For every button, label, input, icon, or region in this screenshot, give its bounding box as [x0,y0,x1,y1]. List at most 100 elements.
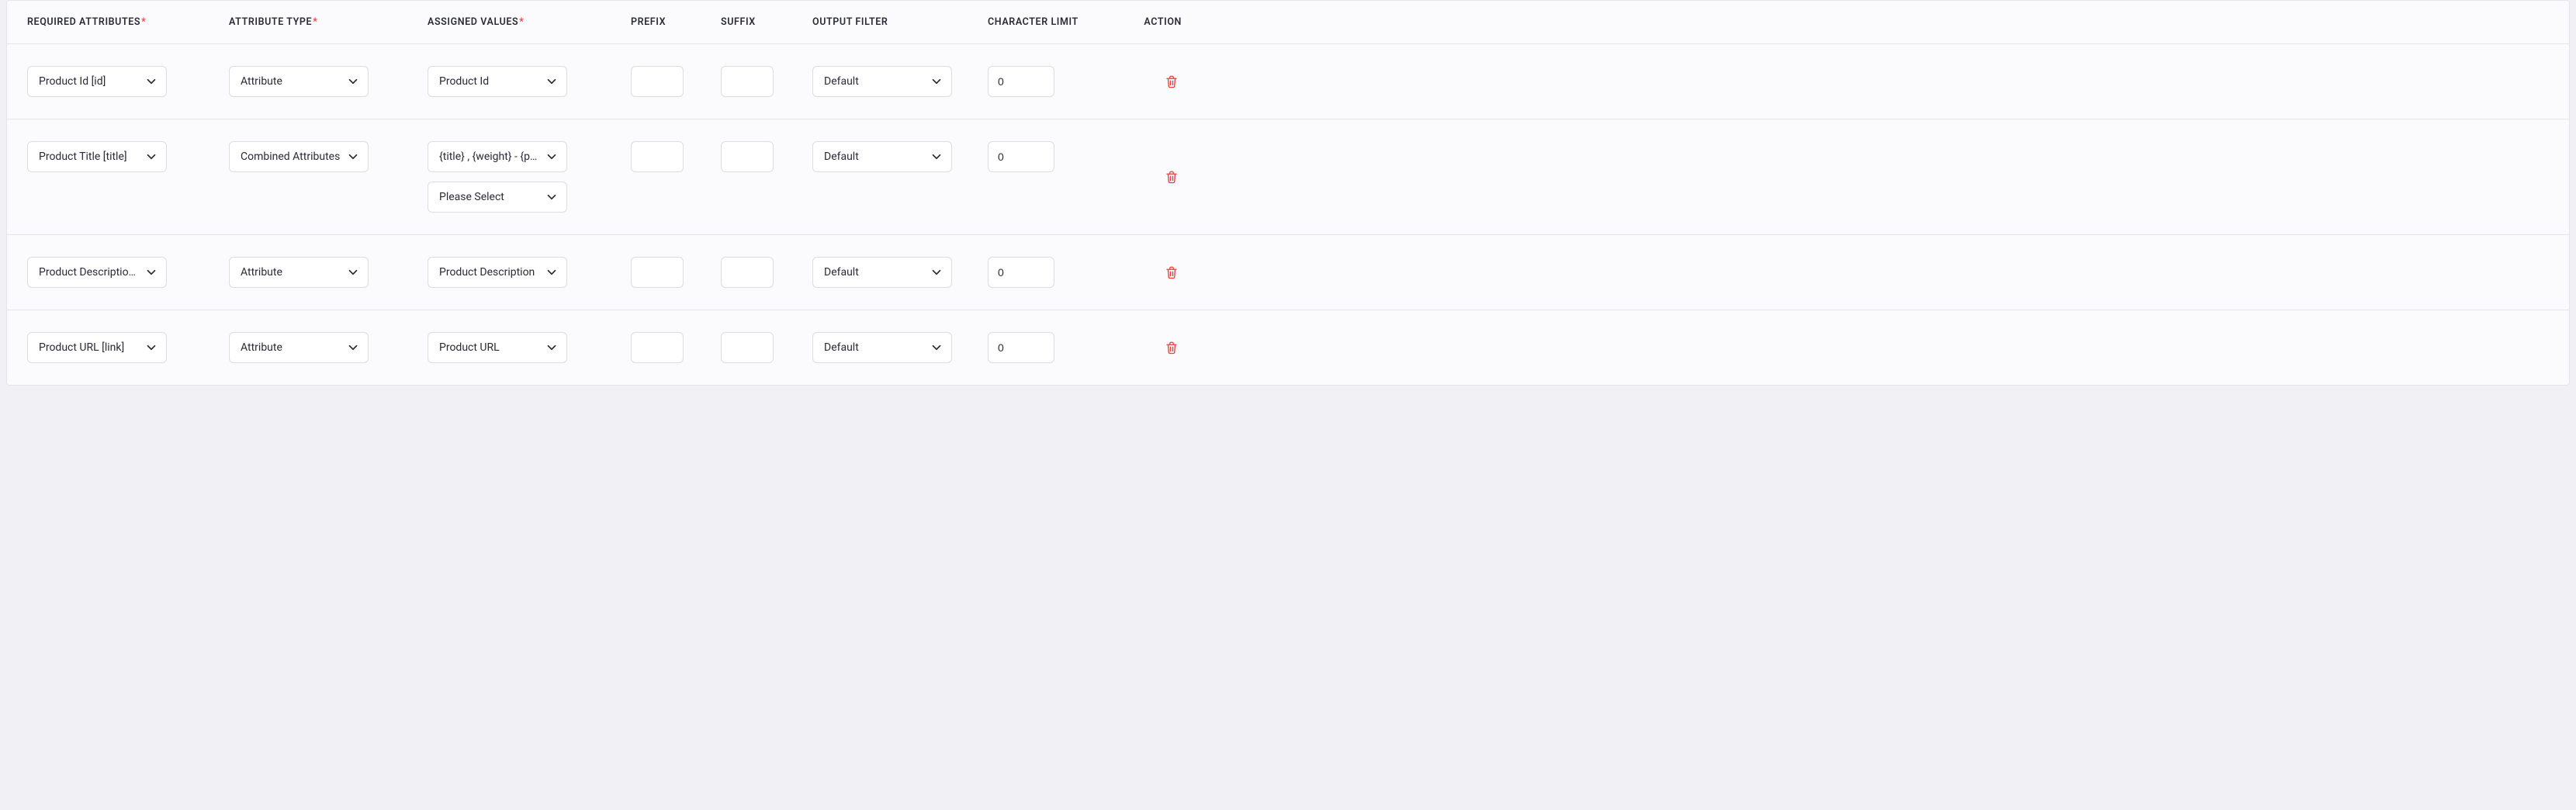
cell-prefix [631,257,721,288]
required-marker: * [519,16,524,28]
suffix-input[interactable] [721,257,774,288]
character-limit-input[interactable] [988,332,1054,363]
col-output-filter: OUTPUT FILTER [812,16,988,28]
cell-prefix [631,66,721,97]
cell-assigned-values: Product URL [428,332,631,363]
suffix-input[interactable] [721,66,774,97]
trash-icon [1165,169,1179,185]
output-filter-select[interactable]: Default [812,332,952,363]
cell-suffix [721,332,812,363]
table-row: Product URL [link] Attribute Product URL [7,310,2569,385]
chevron-down-icon [346,150,360,164]
suffix-input[interactable] [721,332,774,363]
chevron-down-icon [144,265,158,279]
chevron-down-icon [930,341,943,355]
suffix-input[interactable] [721,141,774,172]
chevron-down-icon [144,150,158,164]
chevron-down-icon [545,265,559,279]
table-row: Product Title [title] Combined Attribute… [7,119,2569,235]
select-label: Default [824,266,859,279]
assigned-value-select[interactable]: Please Select [428,182,567,213]
trash-icon [1165,74,1179,89]
trash-icon [1165,340,1179,355]
chevron-down-icon [346,74,360,88]
required-marker: * [313,16,317,28]
select-label: Please Select [439,191,504,203]
cell-prefix [631,141,721,172]
select-label: Attribute [241,341,282,354]
character-limit-input[interactable] [988,66,1054,97]
cell-output-filter: Default [812,66,988,97]
cell-action [1112,166,1182,188]
attribute-type-select[interactable]: Attribute [229,66,369,97]
cell-suffix [721,257,812,288]
chevron-down-icon [545,74,559,88]
cell-required-attribute: Product Description [description] [27,257,229,288]
assigned-value-select[interactable]: Product URL [428,332,567,363]
character-limit-input[interactable] [988,141,1054,172]
required-attribute-select[interactable]: Product Title [title] [27,141,167,172]
cell-output-filter: Default [812,257,988,288]
cell-output-filter: Default [812,141,988,172]
col-character-limit: CHARACTER LIMIT [988,16,1112,28]
cell-character-limit [988,257,1112,288]
col-label: ASSIGNED VALUES [428,16,518,28]
select-label: Attribute [241,266,282,279]
assigned-value-select[interactable]: Product Description [428,257,567,288]
delete-row-button[interactable] [1162,337,1182,358]
col-label: REQUIRED ATTRIBUTES [27,16,140,28]
required-marker: * [141,16,146,28]
chevron-down-icon [346,265,360,279]
col-assigned-values: ASSIGNED VALUES* [428,16,631,28]
attribute-type-select[interactable]: Combined Attributes [229,141,369,172]
cell-attribute-type: Attribute [229,257,428,288]
delete-row-button[interactable] [1162,166,1182,188]
cell-action [1112,71,1182,92]
prefix-input[interactable] [631,332,684,363]
table-row: Product Id [id] Attribute Product Id [7,44,2569,119]
table-row: Product Description [description] Attrib… [7,235,2569,310]
chevron-down-icon [346,341,360,355]
character-limit-input[interactable] [988,257,1054,288]
assigned-value-select[interactable]: Product Id [428,66,567,97]
delete-row-button[interactable] [1162,71,1182,92]
attribute-mapping-table: REQUIRED ATTRIBUTES* ATTRIBUTE TYPE* ASS… [6,0,2570,386]
chevron-down-icon [930,150,943,164]
chevron-down-icon [930,265,943,279]
cell-assigned-values: Product Id [428,66,631,97]
required-attribute-select[interactable]: Product Id [id] [27,66,167,97]
col-suffix: SUFFIX [721,16,812,28]
cell-output-filter: Default [812,332,988,363]
prefix-input[interactable] [631,66,684,97]
select-label: Default [824,75,859,88]
delete-row-button[interactable] [1162,261,1182,283]
cell-action [1112,337,1182,358]
cell-attribute-type: Combined Attributes [229,141,428,172]
table-header-row: REQUIRED ATTRIBUTES* ATTRIBUTE TYPE* ASS… [7,1,2569,44]
output-filter-select[interactable]: Default [812,66,952,97]
required-attribute-select[interactable]: Product URL [link] [27,332,167,363]
cell-attribute-type: Attribute [229,66,428,97]
assigned-value-select[interactable]: {title} , {weight} - {price} [428,141,567,172]
col-action: ACTION [1112,16,1182,28]
select-label: Attribute [241,75,282,88]
cell-assigned-values: {title} , {weight} - {price} Please Sele… [428,141,631,213]
attribute-type-select[interactable]: Attribute [229,332,369,363]
chevron-down-icon [545,190,559,204]
attribute-type-select[interactable]: Attribute [229,257,369,288]
prefix-input[interactable] [631,257,684,288]
select-label: Default [824,151,859,163]
cell-suffix [721,66,812,97]
chevron-down-icon [545,341,559,355]
cell-prefix [631,332,721,363]
output-filter-select[interactable]: Default [812,141,952,172]
trash-icon [1165,265,1179,280]
cell-suffix [721,141,812,172]
cell-character-limit [988,66,1112,97]
col-prefix: PREFIX [631,16,721,28]
output-filter-select[interactable]: Default [812,257,952,288]
select-label: Default [824,341,859,354]
chevron-down-icon [144,341,158,355]
required-attribute-select[interactable]: Product Description [description] [27,257,167,288]
prefix-input[interactable] [631,141,684,172]
